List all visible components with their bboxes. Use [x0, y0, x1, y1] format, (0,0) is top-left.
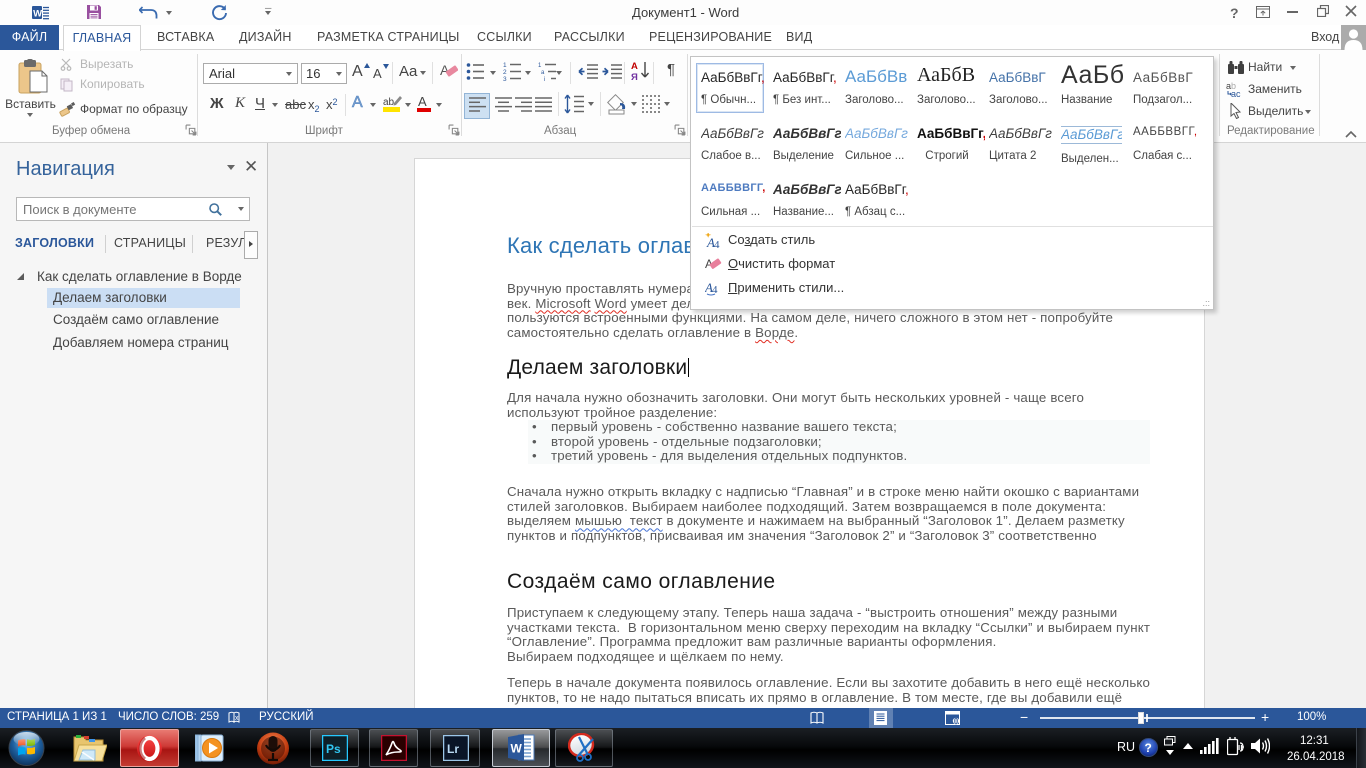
svg-text:Lr: Lr	[447, 742, 459, 756]
svg-text:Ps: Ps	[326, 742, 341, 756]
svg-text:?: ?	[1145, 741, 1152, 755]
svg-text:4: 4	[714, 239, 720, 249]
svg-text:W: W	[33, 9, 42, 20]
svg-text:А: А	[631, 61, 638, 72]
svg-text:Я: Я	[631, 72, 638, 82]
svg-text:а: а	[541, 70, 545, 76]
svg-text:1: 1	[503, 62, 507, 69]
svg-text:1: 1	[538, 63, 542, 69]
svg-text:W: W	[511, 742, 523, 756]
svg-text:2: 2	[503, 69, 507, 76]
svg-text:i: i	[544, 77, 545, 81]
svg-text:ac: ac	[1231, 89, 1241, 98]
svg-text:A: A	[418, 94, 427, 109]
svg-text:ab: ab	[383, 97, 395, 108]
svg-text:3: 3	[503, 76, 507, 81]
svg-text:x: x	[235, 715, 239, 722]
